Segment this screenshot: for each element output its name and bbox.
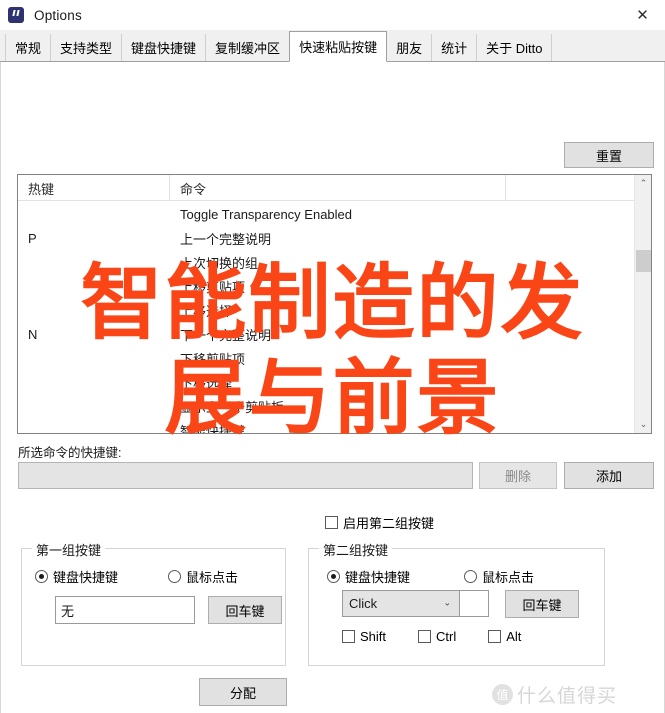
column-header-command[interactable]: 命令 — [170, 175, 506, 201]
add-button[interactable]: 添加 — [564, 462, 654, 489]
table-row[interactable]: 显示上一个剪贴板 — [18, 394, 634, 418]
radio-keyboard-shortcut-1[interactable]: 键盘快捷键 — [35, 567, 118, 586]
table-row[interactable]: 下移剪贴项 — [18, 346, 634, 370]
chevron-down-icon[interactable]: ⌄ — [443, 597, 451, 608]
checkbox-icon[interactable] — [342, 630, 355, 643]
tab-7[interactable]: 关于 Ditto — [476, 34, 553, 61]
group-second-key-set: 第二组按键 键盘快捷键 鼠标点击 Click ⌄ 回车键 Shift Ctrl Al… — [308, 540, 605, 666]
cell-command: 上一个完整说明 — [180, 231, 272, 247]
scroll-up-icon[interactable]: ⌃ — [635, 175, 651, 192]
radio-mouse-click-2[interactable]: 鼠标点击 — [464, 567, 534, 586]
tab-3[interactable]: 复制缓冲区 — [205, 34, 291, 61]
checkbox-icon[interactable] — [418, 630, 432, 643]
tab-page-quick-paste: 重置 热键 命令 Toggle Transparency Enabled P 上一个… — [0, 62, 665, 713]
enable-second-set-label: 启用第二组按键 — [343, 516, 435, 531]
enable-second-set-checkbox[interactable]: 启用第二组按键 — [325, 513, 434, 532]
radio-keyboard-label-2: 键盘快捷键 — [345, 570, 411, 585]
cell-command: 下移剪贴项 — [180, 351, 246, 367]
tab-6[interactable]: 统计 — [431, 34, 478, 61]
scroll-down-icon[interactable]: ⌄ — [635, 416, 651, 433]
radio-icon[interactable] — [168, 570, 181, 583]
checkbox-icon[interactable] — [488, 630, 502, 643]
table-row[interactable]: 智能快捷键 — [18, 418, 634, 434]
table-row[interactable]: 上移剪贴项 — [18, 274, 634, 298]
group-two-title: 第二组按键 — [319, 540, 393, 559]
selected-shortcut-input[interactable] — [18, 462, 473, 489]
tab-2[interactable]: 键盘快捷键 — [121, 34, 207, 61]
group-one-title: 第一组按键 — [32, 540, 106, 559]
list-scrollbar[interactable]: ⌃ ⌄ — [634, 175, 651, 433]
second-key-input[interactable] — [460, 590, 489, 617]
modifier-checkbox-shift[interactable]: Shift — [342, 629, 386, 644]
scrollbar-thumb[interactable] — [636, 250, 651, 272]
cell-hotkey: P — [28, 230, 37, 246]
options-dialog: Options ✕ 常规 支持类型 键盘快捷键 复制缓冲区 快速粘贴按键 朋友 统计 关于 D… — [0, 0, 665, 713]
title-bar: Options ✕ — [0, 0, 665, 30]
table-row[interactable]: Toggle Transparency Enabled — [18, 202, 634, 226]
radio-keyboard-shortcut-2[interactable]: 键盘快捷键 — [327, 567, 410, 586]
reset-button[interactable]: 重置 — [564, 142, 654, 168]
enter-key-button-2[interactable]: 回车键 — [505, 590, 579, 618]
checkbox-icon[interactable] — [325, 516, 338, 529]
mouse-action-select[interactable]: Click ⌄ — [342, 590, 460, 617]
ditto-quote-icon — [8, 7, 24, 23]
assign-button[interactable]: 分配 — [199, 678, 287, 706]
modifier-checkbox-alt[interactable]: Alt — [488, 629, 521, 644]
enter-key-button-1[interactable]: 回车键 — [208, 596, 282, 624]
modifier-checkbox-ctrl[interactable]: Ctrl — [418, 629, 456, 644]
table-row[interactable]: 上移选择 — [18, 298, 634, 322]
cell-command: 上移剪贴项 — [180, 279, 246, 295]
cell-command: 智能快捷键 — [180, 423, 246, 434]
tab-0[interactable]: 常规 — [5, 34, 52, 61]
radio-keyboard-label-1: 键盘快捷键 — [53, 570, 119, 585]
modifier-label: Alt — [506, 629, 522, 644]
cell-command: 上次切换的组 — [180, 255, 259, 271]
cell-hotkey: N — [28, 326, 38, 342]
tab-1[interactable]: 支持类型 — [50, 34, 123, 61]
cell-command: 上移选择 — [180, 303, 233, 319]
table-row[interactable]: N 下一个完整说明 — [18, 322, 634, 346]
radio-icon[interactable] — [327, 570, 340, 583]
radio-mouse-click-1[interactable]: 鼠标点击 — [168, 567, 238, 586]
cell-command: 下移选择 — [180, 375, 233, 391]
table-row[interactable]: 上次切换的组 — [18, 250, 634, 274]
group-first-key-set: 第一组按键 键盘快捷键 鼠标点击 回车键 — [21, 540, 286, 666]
modifier-label: Shift — [360, 629, 387, 644]
radio-icon[interactable] — [464, 570, 477, 583]
tab-strip: 常规 支持类型 键盘快捷键 复制缓冲区 快速粘贴按键 朋友 统计 关于 Ditto — [0, 30, 665, 62]
cell-command: 下一个完整说明 — [180, 327, 272, 343]
cell-command: 显示上一个剪贴板 — [180, 399, 285, 415]
table-row[interactable]: P 上一个完整说明 — [18, 226, 634, 250]
column-header-hotkey[interactable]: 热键 — [18, 175, 170, 201]
column-header-extra[interactable] — [506, 175, 632, 201]
modifier-label: Ctrl — [436, 629, 457, 644]
radio-icon[interactable] — [35, 570, 48, 583]
mouse-action-value: Click — [349, 596, 378, 611]
tab-5[interactable]: 朋友 — [386, 34, 433, 61]
close-icon[interactable]: ✕ — [620, 0, 665, 30]
first-key-input[interactable] — [55, 596, 195, 624]
table-row[interactable]: 下移选择 — [18, 370, 634, 394]
hotkey-list[interactable]: 热键 命令 Toggle Transparency Enabled P 上一个完整说… — [17, 174, 652, 434]
delete-button[interactable]: 删除 — [479, 462, 557, 489]
window-title: Options — [34, 7, 82, 23]
modifier-checkbox-row: Shift Ctrl Alt — [342, 629, 521, 644]
selected-shortcut-label: 所选命令的快捷键: — [18, 446, 122, 460]
cell-command: Toggle Transparency Enabled — [180, 206, 353, 222]
radio-mouse-label-1: 鼠标点击 — [186, 570, 239, 585]
list-rows: Toggle Transparency Enabled P 上一个完整说明 上次切换的… — [18, 202, 634, 434]
radio-mouse-label-2: 鼠标点击 — [482, 570, 535, 585]
tab-4[interactable]: 快速粘贴按键 — [289, 31, 388, 62]
list-header: 热键 命令 — [18, 175, 651, 201]
